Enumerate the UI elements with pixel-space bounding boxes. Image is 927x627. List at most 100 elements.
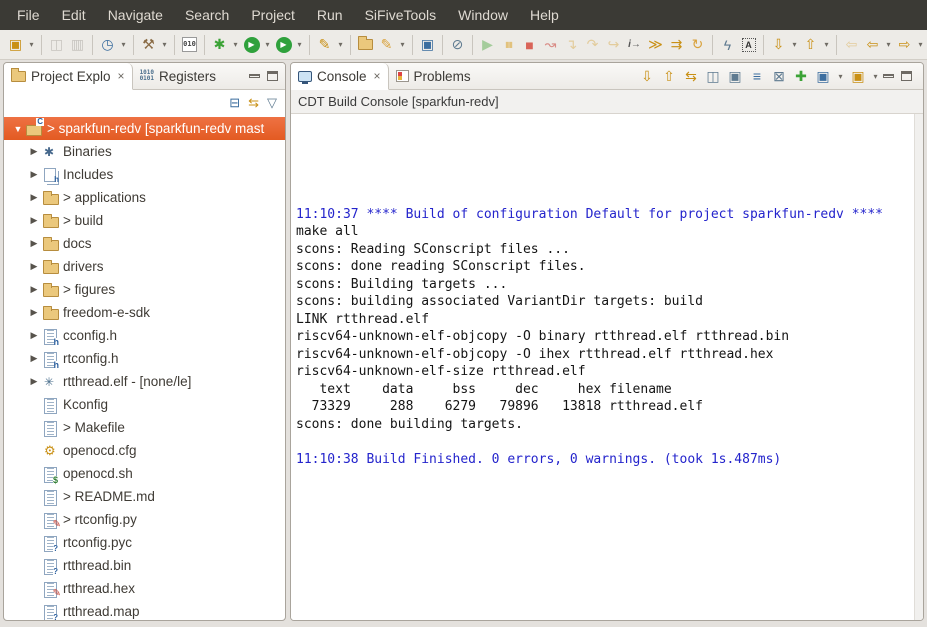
menu-item[interactable]: Edit	[51, 7, 97, 23]
tab-registers[interactable]: 10100101 Registers	[133, 63, 223, 89]
expander-icon[interactable]: ▶	[26, 261, 42, 272]
expander-icon[interactable]: ▶	[26, 169, 42, 180]
move-to-line-icon[interactable]: ≫	[645, 33, 666, 57]
tab-project-explorer[interactable]: Project Explo ×	[4, 63, 133, 90]
resume-at-line-icon[interactable]: ⇉	[666, 33, 687, 57]
link-with-editor-icon[interactable]: ⇆	[248, 95, 259, 111]
menu-item[interactable]: Window	[447, 7, 519, 23]
menu-item[interactable]: Project	[240, 7, 306, 23]
tree-item[interactable]: rtthread.map	[4, 600, 285, 621]
highlight-pen-icon[interactable]: ✎	[376, 33, 397, 57]
tree-item[interactable]: > rtconfig.py	[4, 508, 285, 531]
fetch-up-icon[interactable]: ⇧	[800, 33, 821, 57]
console-output[interactable]: 11:10:37 **** Build of configuration Def…	[291, 114, 923, 621]
expander-icon[interactable]: ▶	[26, 330, 42, 341]
dropdown-arrow-icon[interactable]: ▾	[397, 33, 408, 57]
tree-item[interactable]: ▶ Includes	[4, 163, 285, 186]
console-view-icon[interactable]: ▣	[417, 33, 438, 57]
dropdown-arrow-icon[interactable]: ▾	[26, 33, 37, 57]
previous-item-icon[interactable]: ⇧	[659, 64, 679, 88]
open-console-icon[interactable]: ▣	[848, 64, 868, 88]
save-all-icon[interactable]: ▥	[67, 33, 88, 57]
tree-item[interactable]: Kconfig	[4, 393, 285, 416]
step-return-icon[interactable]: ↪	[603, 33, 624, 57]
expander-icon[interactable]: ▶	[26, 192, 42, 203]
pin-console-icon[interactable]: ✚	[791, 64, 811, 88]
tree-item[interactable]: ▶ docs	[4, 232, 285, 255]
minimize-icon[interactable]	[883, 74, 894, 78]
memory-view-icon[interactable]: A	[738, 33, 759, 57]
expander-icon[interactable]: ▶	[26, 376, 42, 387]
tree-item[interactable]: ▶ rtthread.elf - [none/le]	[4, 370, 285, 393]
debug-icon[interactable]: ✱	[209, 33, 230, 57]
menu-item[interactable]: Search	[174, 7, 240, 23]
tree-item[interactable]: openocd.sh	[4, 462, 285, 485]
next-item-icon[interactable]: ⇩	[637, 64, 657, 88]
instruction-step-icon[interactable]: i→	[624, 33, 645, 57]
tree-item[interactable]: > README.md	[4, 485, 285, 508]
word-wrap-icon[interactable]: ≡	[747, 64, 767, 88]
menu-item[interactable]: Help	[519, 7, 570, 23]
expander-icon[interactable]: ▶	[26, 307, 42, 318]
menu-item[interactable]: SiFiveTools	[354, 7, 448, 23]
expander-icon[interactable]: ▶	[26, 284, 42, 295]
menu-item[interactable]: Navigate	[97, 7, 174, 23]
scrollbar[interactable]	[914, 114, 923, 621]
swap-console-icon[interactable]: ⇆	[681, 64, 701, 88]
profile-run-icon[interactable]: ▶	[273, 33, 294, 57]
back-icon[interactable]: ⇦	[862, 33, 883, 57]
clear-console-icon[interactable]: ⊠	[769, 64, 789, 88]
tree-item[interactable]: ▶ Binaries	[4, 140, 285, 163]
display-selected-console-icon[interactable]: ▣	[813, 64, 833, 88]
save-icon[interactable]: ◫	[46, 33, 67, 57]
tree-item[interactable]: ▶ > build	[4, 209, 285, 232]
dropdown-arrow-icon[interactable]: ▾	[159, 33, 170, 57]
save-output-icon[interactable]: ◫	[703, 64, 723, 88]
tree-item[interactable]: ▼ > sparkfun-redv [sparkfun-redv mast	[4, 117, 285, 140]
last-edit-location-icon[interactable]: ⇦	[841, 33, 862, 57]
fetch-down-icon[interactable]: ⇩	[768, 33, 789, 57]
dropdown-arrow-icon[interactable]: ▾	[821, 33, 832, 57]
maximize-icon[interactable]	[901, 71, 912, 81]
dropdown-arrow-icon[interactable]: ▾	[835, 64, 846, 88]
tree-item[interactable]: rtconfig.pyc	[4, 531, 285, 554]
view-menu-icon[interactable]: ▽	[267, 95, 277, 111]
run-icon[interactable]: ▶	[241, 33, 262, 57]
tree-item[interactable]: rtthread.bin	[4, 554, 285, 577]
dropdown-arrow-icon[interactable]: ▾	[262, 33, 273, 57]
new-wizard-icon[interactable]: ▣	[5, 33, 26, 57]
flash-program-icon[interactable]: ϟ	[717, 33, 738, 57]
build-icon[interactable]: ⚒	[138, 33, 159, 57]
tree-item[interactable]: ▶ rtconfig.h	[4, 347, 285, 370]
tree-item[interactable]: ▶ freedom-e-sdk	[4, 301, 285, 324]
tab-console[interactable]: Console ×	[291, 63, 389, 90]
tree-item[interactable]: ▶ > applications	[4, 186, 285, 209]
profile-timer-icon[interactable]: ◷	[97, 33, 118, 57]
step-marker-icon[interactable]: ↝	[540, 33, 561, 57]
dropdown-arrow-icon[interactable]: ▾	[230, 33, 241, 57]
dropdown-arrow-icon[interactable]: ▾	[335, 33, 346, 57]
tree-item[interactable]: ▶ > figures	[4, 278, 285, 301]
close-icon[interactable]: ×	[372, 69, 381, 83]
skip-breakpoints-icon[interactable]: ⊘	[447, 33, 468, 57]
dropdown-arrow-icon[interactable]: ▾	[883, 33, 894, 57]
dropdown-arrow-icon[interactable]: ▾	[294, 33, 305, 57]
tree-item[interactable]: > Makefile	[4, 416, 285, 439]
menu-item[interactable]: Run	[306, 7, 354, 23]
forward-icon[interactable]: ⇨	[894, 33, 915, 57]
terminate-icon[interactable]: ■	[519, 33, 540, 57]
expander-icon[interactable]: ▶	[26, 238, 42, 249]
external-tools-icon[interactable]: ✎	[314, 33, 335, 57]
suspend-icon[interactable]: ▮▮	[498, 33, 519, 57]
restart-icon[interactable]: ↻	[687, 33, 708, 57]
menu-item[interactable]: File	[6, 7, 51, 23]
expander-icon[interactable]: ▼	[10, 124, 26, 134]
scroll-lock-icon[interactable]: ▣	[725, 64, 745, 88]
maximize-icon[interactable]	[267, 71, 278, 81]
collapse-all-icon[interactable]: ⊟	[229, 95, 240, 111]
dropdown-arrow-icon[interactable]: ▾	[915, 33, 926, 57]
step-into-icon[interactable]: ↴	[561, 33, 582, 57]
new-binary-icon[interactable]: 010	[179, 33, 200, 57]
dropdown-arrow-icon[interactable]: ▾	[789, 33, 800, 57]
expander-icon[interactable]: ▶	[26, 353, 42, 364]
